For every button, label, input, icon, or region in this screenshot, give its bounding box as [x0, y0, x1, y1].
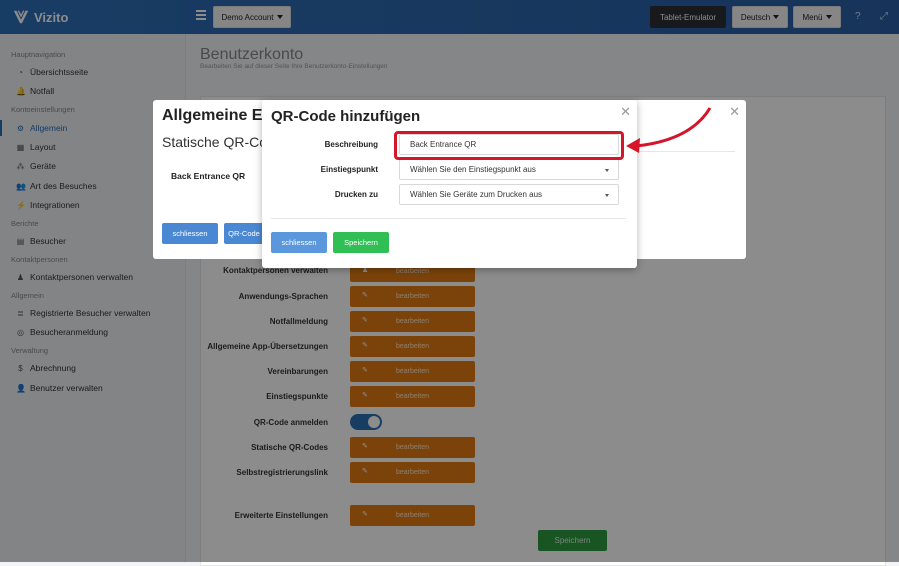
divider: [271, 218, 626, 219]
add-qr-button[interactable]: QR-Code: [224, 223, 264, 244]
entry-point-select[interactable]: Wählen Sie den Einstiegspunkt aus: [399, 159, 619, 180]
print-to-select[interactable]: Wählen Sie Geräte zum Drucken aus: [399, 184, 619, 205]
close-button[interactable]: schliessen: [162, 223, 218, 244]
description-label: Beschreibung: [324, 140, 378, 149]
add-qr-code-modal: QR-Code hinzufügen ✕ Beschreibung Back E…: [262, 100, 637, 268]
close-button[interactable]: schliessen: [271, 232, 327, 253]
print-to-label: Drucken zu: [334, 190, 378, 199]
modal-backdrop[interactable]: [0, 0, 899, 562]
save-button[interactable]: Speichern: [333, 232, 389, 253]
print-to-value: Wählen Sie Geräte zum Drucken aus: [410, 190, 543, 199]
entry-point-value: Wählen Sie den Einstiegspunkt aus: [410, 165, 536, 174]
chevron-down-icon: [605, 169, 609, 172]
qr-code-label: Back Entrance QR: [171, 171, 246, 181]
entry-point-label: Einstiegspunkt: [320, 165, 378, 174]
chevron-down-icon: [605, 194, 609, 197]
annotation-highlight-box: [394, 131, 624, 160]
annotation-arrow-icon: [626, 107, 712, 153]
close-icon[interactable]: ✕: [729, 104, 740, 120]
modal-title: QR-Code hinzufügen: [271, 108, 421, 125]
